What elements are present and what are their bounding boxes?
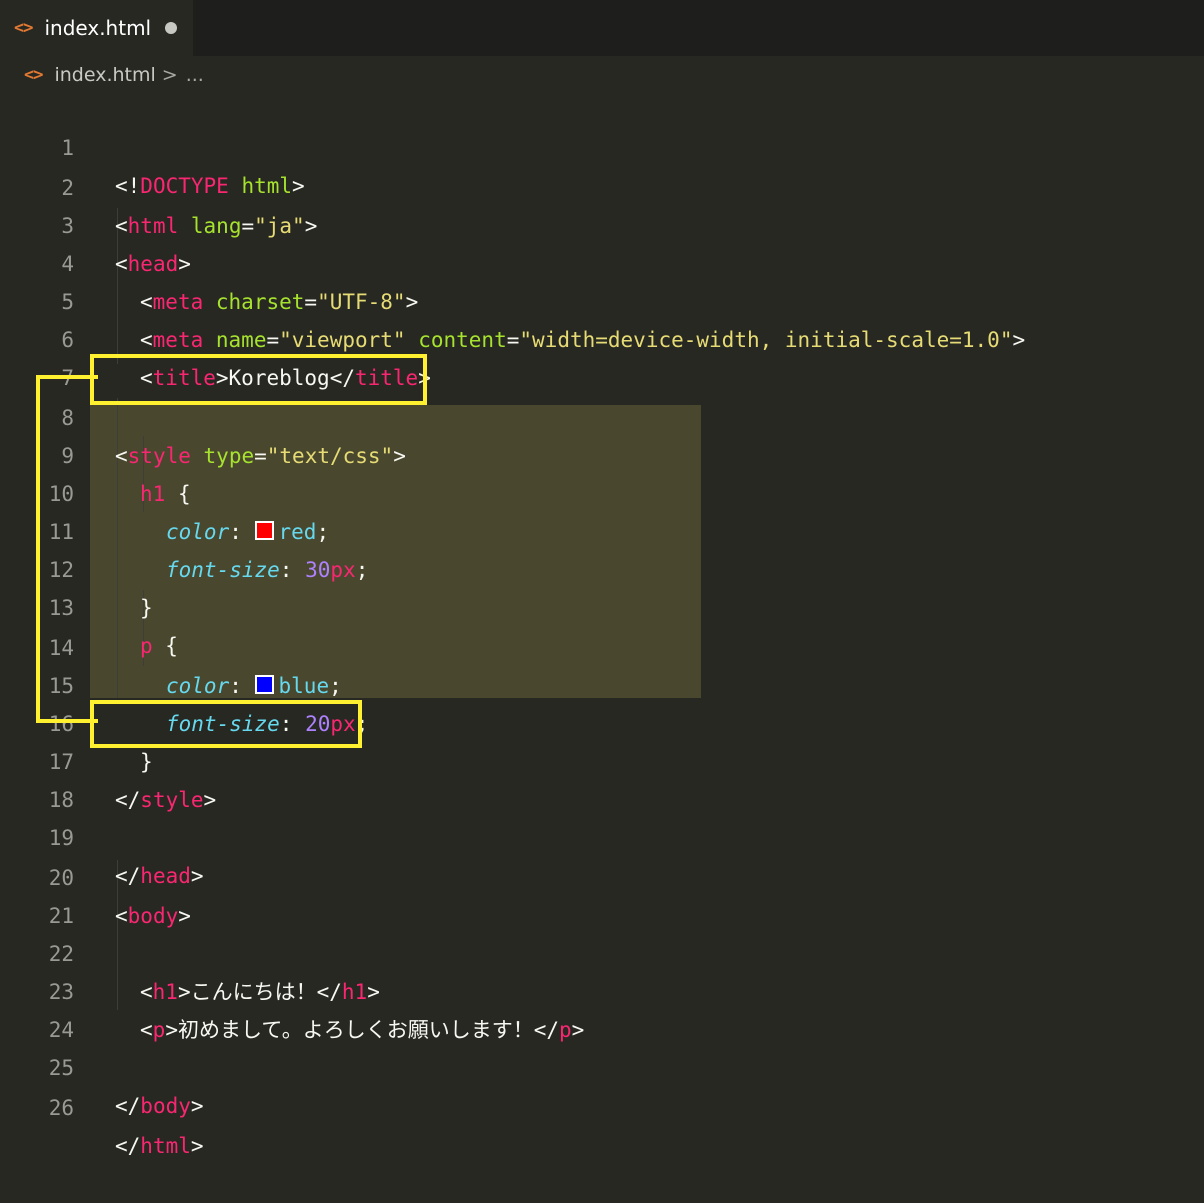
code-line[interactable]: 6 <title>Koreblog</title>: [0, 283, 1204, 390]
code-line[interactable]: 10 color: red;: [0, 437, 1204, 544]
code-line[interactable]: 1 <!DOCTYPE html>: [0, 91, 1204, 198]
code-line[interactable]: 5 <meta name="viewport" content="width=d…: [0, 245, 1204, 352]
code-line[interactable]: 26 </html>: [0, 1051, 1204, 1158]
code-line[interactable]: 20 <body>: [0, 821, 1204, 928]
code-line[interactable]: 27: [0, 1089, 1204, 1104]
code-line[interactable]: 25 </body>: [0, 1011, 1204, 1118]
code-line[interactable]: 23 <p>初めまして。よろしくお願いします！</p>: [0, 935, 1204, 1042]
code-line[interactable]: 15 font-size: 20px;: [0, 629, 1204, 736]
code-line[interactable]: 22 <h1>こんにちは！</h1>: [0, 897, 1204, 1004]
code-line[interactable]: 19 </head>: [0, 781, 1204, 888]
code-line[interactable]: 21: [0, 859, 1204, 928]
code-line[interactable]: 13 p {: [0, 551, 1204, 658]
code-line[interactable]: 14 color: blue;: [0, 591, 1204, 698]
code-line[interactable]: 24: [0, 973, 1204, 1042]
highlight-bracket-style-body: [36, 375, 98, 723]
code-line[interactable]: 18: [0, 743, 1204, 812]
code-line[interactable]: 2 <html lang="ja">: [0, 131, 1204, 238]
code-editor[interactable]: 1 <!DOCTYPE html> 2 <html lang="ja"> 3 <…: [0, 0, 1204, 1158]
code-line[interactable]: 12 }: [0, 513, 1204, 620]
highlight-box-style-open: [90, 354, 427, 405]
code-line[interactable]: 3 <head>: [0, 169, 1204, 276]
code-line[interactable]: 11 font-size: 30px;: [0, 475, 1204, 582]
highlight-box-style-close: [90, 700, 362, 748]
code-line[interactable]: 4 <meta charset="UTF-8">: [0, 207, 1204, 314]
